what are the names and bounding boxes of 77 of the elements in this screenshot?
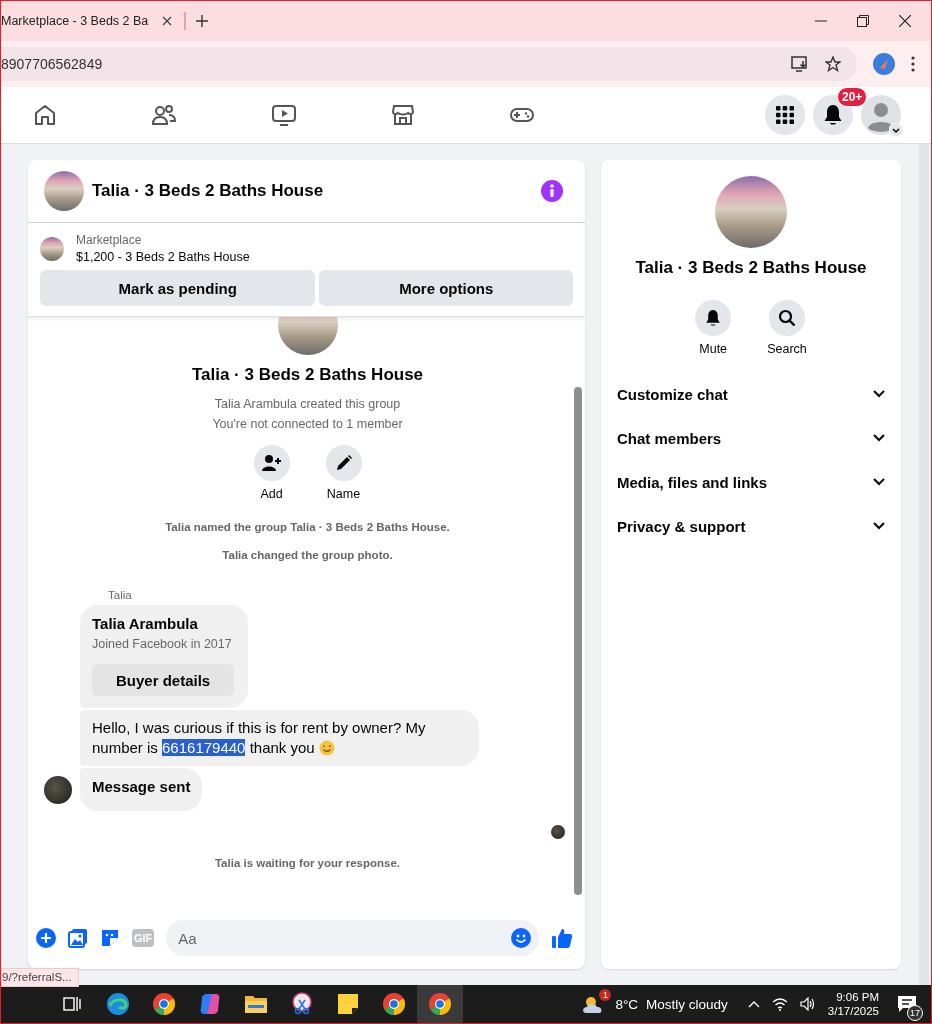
close-icon[interactable]: [899, 15, 911, 27]
thumbs-up-icon[interactable]: [551, 927, 573, 949]
seen-avatar: [551, 825, 565, 839]
address-field[interactable]: 8907706562849: [1, 47, 857, 81]
store-icon[interactable]: [391, 103, 415, 127]
notification-badge: 20+: [837, 87, 868, 107]
section-header[interactable]: Media, files and links: [609, 460, 893, 504]
action-label: Search: [767, 342, 807, 356]
restore-icon[interactable]: [857, 15, 869, 27]
tab-title[interactable]: Marketplace - 3 Beds 2 Ba: [1, 14, 149, 28]
weather-text[interactable]: Mostly cloudy: [646, 996, 728, 1012]
action-button[interactable]: Mark as pending: [40, 270, 316, 306]
conversation-name: Talia · 3 Beds 2 Baths House: [635, 258, 867, 278]
message-bubble: Hello, I was curious if this is for rent by owner? My number is 6616179440 thank you: [80, 710, 479, 766]
buyer-name: Talia Arambula: [92, 615, 199, 632]
listing-label: Marketplace: [76, 233, 143, 247]
add-person-button[interactable]: [253, 445, 290, 481]
photo-icon[interactable]: [68, 928, 88, 948]
wifi-icon[interactable]: [771, 997, 788, 1011]
scrollbar-thumb[interactable]: [574, 387, 582, 895]
listing-photo: [40, 236, 64, 261]
message-bubble: Message sent: [80, 768, 203, 811]
waiting-text: Talia is waiting for your response.: [214, 857, 401, 869]
chat-title: Talia · 3 Beds 2 Baths House: [92, 181, 324, 201]
people-icon[interactable]: [151, 103, 177, 127]
sender-name: Talia: [108, 589, 133, 601]
plus-icon[interactable]: [36, 928, 56, 948]
menu-icon[interactable]: [911, 56, 915, 72]
star-icon[interactable]: [825, 56, 841, 72]
mute-button[interactable]: [695, 300, 732, 336]
edit-name-button[interactable]: [325, 445, 362, 481]
section-header[interactable]: Privacy & support: [609, 504, 893, 548]
house-photo: [44, 171, 84, 211]
profile-icon[interactable]: [873, 53, 895, 75]
grid-icon: [776, 106, 794, 124]
group-created-text: Talia Arambula created this group: [214, 397, 401, 411]
smile-emoji-icon: [318, 740, 335, 756]
search-icon: [778, 309, 796, 327]
bell-icon: [705, 309, 722, 327]
new-tab-icon[interactable]: [196, 15, 209, 27]
bell-icon: [823, 104, 843, 126]
pencil-icon: [334, 454, 353, 472]
notification-count: 17: [907, 1005, 923, 1021]
action-label: Add: [260, 487, 283, 501]
system-message: Talia named the group Talia · 3 Beds 2 Baths House.: [165, 521, 450, 533]
action-label: Name: [326, 487, 361, 501]
install-icon[interactable]: [791, 56, 809, 72]
home-icon[interactable]: [33, 103, 57, 127]
caret-icon[interactable]: [889, 123, 903, 137]
connection-text: You're not connected to 1 member: [212, 417, 403, 431]
emoji-icon[interactable]: [511, 928, 531, 948]
buyer-details-button[interactable]: Buyer details: [92, 664, 235, 696]
browser-icon[interactable]: [417, 985, 463, 1023]
chevron-up-icon[interactable]: [747, 1000, 760, 1008]
account-avatar[interactable]: [861, 95, 901, 135]
joined-text: Joined Facebook in 2017: [92, 637, 233, 651]
message-input[interactable]: Aa: [166, 920, 539, 956]
section-header[interactable]: Chat members: [609, 416, 893, 460]
status-url: 9/?referralS...: [1, 968, 79, 987]
temperature-text[interactable]: 8°C: [615, 996, 639, 1012]
search-button[interactable]: [769, 300, 805, 336]
system-message: Talia changed the group photo.: [222, 549, 393, 561]
action-button[interactable]: More options: [319, 270, 573, 306]
close-icon[interactable]: [162, 16, 173, 26]
apps-menu-button[interactable]: [765, 95, 805, 135]
weather-badge: 1: [599, 989, 612, 1001]
video-icon[interactable]: [271, 103, 297, 127]
sender-avatar: [44, 775, 72, 804]
clock[interactable]: 9:06 PM 3/17/2025: [827, 991, 879, 1017]
section-header[interactable]: Customize chat: [609, 372, 893, 416]
listing-title[interactable]: $1,200 - 3 Beds 2 Baths House: [76, 250, 250, 264]
sticker-icon[interactable]: [100, 928, 120, 948]
info-icon[interactable]: [541, 180, 563, 202]
group-name: Talia · 3 Beds 2 Baths House: [191, 365, 424, 385]
speaker-icon[interactable]: [799, 997, 816, 1011]
add-person-icon: [261, 454, 282, 472]
action-label: Mute: [699, 342, 728, 356]
